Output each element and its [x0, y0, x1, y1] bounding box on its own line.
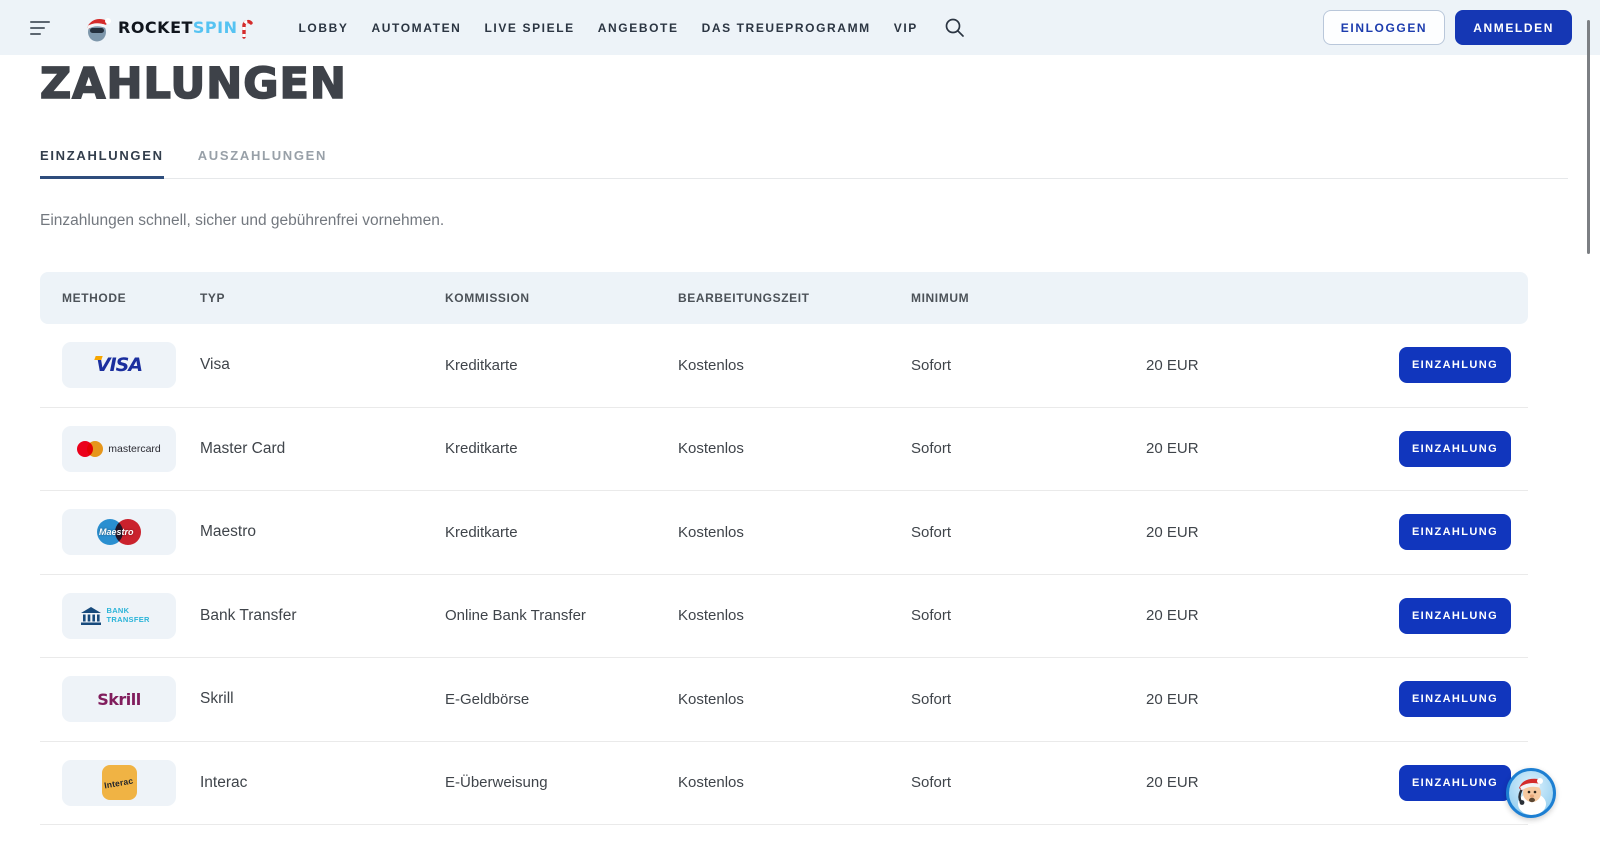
- hamburger-menu-icon[interactable]: [30, 21, 52, 35]
- payment-logo-tile: VISA: [62, 342, 176, 388]
- payment-logo-tile: Skrill: [62, 676, 176, 722]
- nav-item-lobby[interactable]: LOBBY: [299, 21, 349, 35]
- top-navigation-bar: ROCKETSPIN LOBBY AUTOMATEN LIVE SPIELE ANGE…: [0, 0, 1600, 55]
- einzahlung-button[interactable]: EINZAHLUNG: [1399, 431, 1511, 467]
- processing-time-cell: Sofort: [911, 440, 1146, 457]
- tab-einzahlungen[interactable]: EINZAHLUNGEN: [40, 148, 164, 179]
- interac-logo: Interac: [102, 765, 137, 800]
- candy-cane-icon: [241, 17, 253, 39]
- table-row: VISA Visa Kreditkarte Kostenlos Sofort 2…: [40, 324, 1528, 408]
- column-header-bearbeitungszeit: BEARBEITUNGSZEIT: [678, 291, 911, 305]
- commission-cell: Kostenlos: [678, 357, 911, 374]
- brand-wordmark: ROCKETSPIN: [118, 18, 238, 37]
- payment-logo-tile: BANK TRANSFER: [62, 593, 176, 639]
- method-name-cell: Bank Transfer: [200, 607, 445, 625]
- method-name-cell: Skrill: [200, 690, 445, 708]
- payment-methods-table: METHODETYPKOMMISSIONBEARBEITUNGSZEITMINI…: [40, 272, 1528, 825]
- nav-item-das-treueprogramm[interactable]: DAS TREUEPROGRAMM: [702, 21, 871, 35]
- minimum-cell: 20 EUR: [1146, 607, 1399, 624]
- type-cell: Kreditkarte: [445, 440, 678, 457]
- main-nav: LOBBY AUTOMATEN LIVE SPIELE ANGEBOTE DAS TRE…: [299, 21, 918, 35]
- method-name-cell: Visa: [200, 356, 445, 374]
- commission-cell: Kostenlos: [678, 440, 911, 457]
- column-header-typ: TYP: [200, 291, 445, 305]
- mastercard-logo: mastercard: [77, 441, 161, 457]
- table-row: Skrill Skrill E-Geldbörse Kostenlos Sofo…: [40, 658, 1528, 742]
- chat-widget-santa-avatar[interactable]: [1506, 768, 1556, 818]
- method-name-cell: Interac: [200, 774, 445, 792]
- type-cell: Kreditkarte: [445, 524, 678, 541]
- einzahlung-button[interactable]: EINZAHLUNG: [1399, 681, 1511, 717]
- minimum-cell: 20 EUR: [1146, 440, 1399, 457]
- column-header-kommission: KOMMISSION: [445, 291, 678, 305]
- signup-button[interactable]: ANMELDEN: [1455, 10, 1572, 45]
- auth-buttons: EINLOGGEN ANMELDEN: [1323, 10, 1572, 45]
- login-button[interactable]: EINLOGGEN: [1323, 10, 1445, 45]
- column-header-minimum: MINIMUM: [911, 291, 1146, 305]
- processing-time-cell: Sofort: [911, 357, 1146, 374]
- commission-cell: Kostenlos: [678, 691, 911, 708]
- column-header-methode: METHODE: [62, 291, 200, 305]
- table-row: Interac Interac E-Überweisung Kostenlos …: [40, 742, 1528, 826]
- processing-time-cell: Sofort: [911, 607, 1146, 624]
- table-row: mastercard Master Card Kreditkarte Koste…: [40, 408, 1528, 492]
- page-description: Einzahlungen schnell, sicher und gebühre…: [40, 212, 1600, 230]
- bank-transfer-logo: BANK TRANSFER: [80, 606, 159, 626]
- payment-logo-tile: Maestro: [62, 509, 176, 555]
- type-cell: Online Bank Transfer: [445, 607, 678, 624]
- type-cell: Kreditkarte: [445, 357, 678, 374]
- minimum-cell: 20 EUR: [1146, 524, 1399, 541]
- rocket-santa-icon: [82, 12, 116, 44]
- tab-auszahlungen[interactable]: AUSZAHLUNGEN: [198, 148, 327, 179]
- type-cell: E-Geldbörse: [445, 691, 678, 708]
- table-header-row: METHODETYPKOMMISSIONBEARBEITUNGSZEITMINI…: [40, 272, 1528, 324]
- visa-logo: VISA: [96, 354, 142, 376]
- nav-item-vip[interactable]: VIP: [894, 21, 918, 35]
- brand-logo[interactable]: ROCKETSPIN: [82, 12, 253, 44]
- type-cell: E-Überweisung: [445, 774, 678, 791]
- payment-logo-tile: mastercard: [62, 426, 176, 472]
- scrollbar-track[interactable]: [1586, 0, 1600, 843]
- method-name-cell: Master Card: [200, 440, 445, 458]
- nav-item-angebote[interactable]: ANGEBOTE: [598, 21, 679, 35]
- processing-time-cell: Sofort: [911, 691, 1146, 708]
- table-row: BANK TRANSFER Bank Transfer Online Bank …: [40, 575, 1528, 659]
- einzahlung-button[interactable]: EINZAHLUNG: [1399, 347, 1511, 383]
- payment-logo-tile: Interac: [62, 760, 176, 806]
- nav-item-live-spiele[interactable]: LIVE SPIELE: [484, 21, 574, 35]
- search-icon[interactable]: [944, 17, 965, 38]
- page-title: ZAHLUNGEN: [40, 59, 1600, 109]
- processing-time-cell: Sofort: [911, 524, 1146, 541]
- einzahlung-button[interactable]: EINZAHLUNG: [1399, 598, 1511, 634]
- commission-cell: Kostenlos: [678, 774, 911, 791]
- einzahlung-button[interactable]: EINZAHLUNG: [1399, 765, 1511, 801]
- commission-cell: Kostenlos: [678, 607, 911, 624]
- processing-time-cell: Sofort: [911, 774, 1146, 791]
- payments-tabs: EINZAHLUNGEN AUSZAHLUNGEN: [40, 148, 1568, 179]
- commission-cell: Kostenlos: [678, 524, 911, 541]
- skrill-logo: Skrill: [97, 690, 141, 709]
- nav-item-automaten[interactable]: AUTOMATEN: [372, 21, 462, 35]
- method-name-cell: Maestro: [200, 523, 445, 541]
- minimum-cell: 20 EUR: [1146, 691, 1399, 708]
- main-content: ZAHLUNGEN EINZAHLUNGEN AUSZAHLUNGEN Einz…: [0, 59, 1600, 825]
- einzahlung-button[interactable]: EINZAHLUNG: [1399, 514, 1511, 550]
- table-row: Maestro Maestro Kreditkarte Kostenlos So…: [40, 491, 1528, 575]
- maestro-logo: Maestro: [97, 519, 141, 545]
- minimum-cell: 20 EUR: [1146, 774, 1399, 791]
- minimum-cell: 20 EUR: [1146, 357, 1399, 374]
- scrollbar-thumb[interactable]: [1587, 20, 1590, 254]
- payments-page: ROCKETSPIN LOBBY AUTOMATEN LIVE SPIELE ANGE…: [0, 0, 1600, 843]
